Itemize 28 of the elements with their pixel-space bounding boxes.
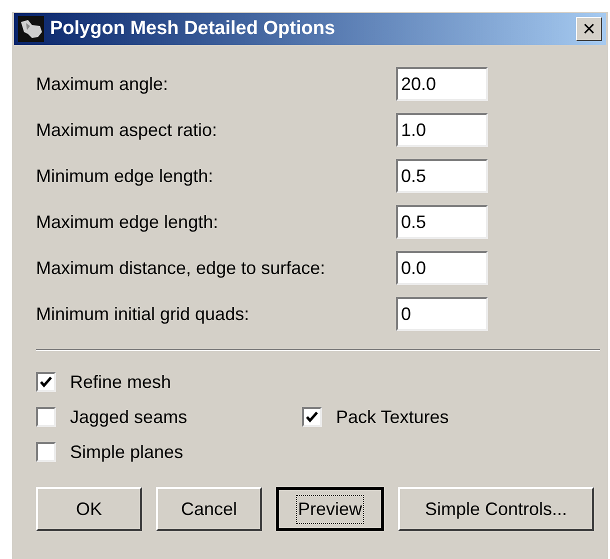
dialog-button[interactable]: Simple Controls... [398, 487, 594, 531]
checkbox-label: Pack Textures [336, 406, 449, 428]
window-title: Polygon Mesh Detailed Options [50, 16, 336, 41]
field-label: Minimum edge length: [36, 164, 214, 188]
checkbox-label: Jagged seams [70, 406, 188, 429]
checkbox[interactable] [36, 407, 56, 427]
input-field[interactable]: 1.0 [396, 113, 488, 147]
checkbox[interactable] [36, 442, 56, 462]
input-field[interactable]: 0.5 [396, 205, 488, 239]
field-label: Maximum angle: [36, 72, 170, 96]
close-button[interactable]: × [576, 17, 602, 41]
checkbox-label: Refine mesh [70, 370, 172, 394]
dialog-button[interactable]: OK [36, 487, 142, 531]
checkbox-label: Simple planes [70, 440, 184, 464]
input-field[interactable]: 0 [396, 297, 488, 331]
checkbox[interactable] [302, 407, 322, 427]
input-field[interactable]: 0.5 [396, 159, 488, 193]
dialog-button[interactable]: Preview [276, 487, 384, 531]
field-label: Minimum initial grid quads: [36, 302, 250, 326]
input-field[interactable]: 20.0 [396, 67, 488, 101]
field-label: Maximum edge length: [36, 210, 220, 234]
checkbox[interactable] [36, 372, 56, 392]
field-label: Maximum aspect ratio: [36, 118, 218, 142]
dialog-button[interactable]: Cancel [156, 487, 262, 531]
input-field[interactable]: 0.0 [396, 251, 488, 285]
check-icon [39, 375, 53, 389]
check-icon [305, 410, 319, 424]
field-label: Maximum distance, edge to surface: [36, 256, 326, 280]
